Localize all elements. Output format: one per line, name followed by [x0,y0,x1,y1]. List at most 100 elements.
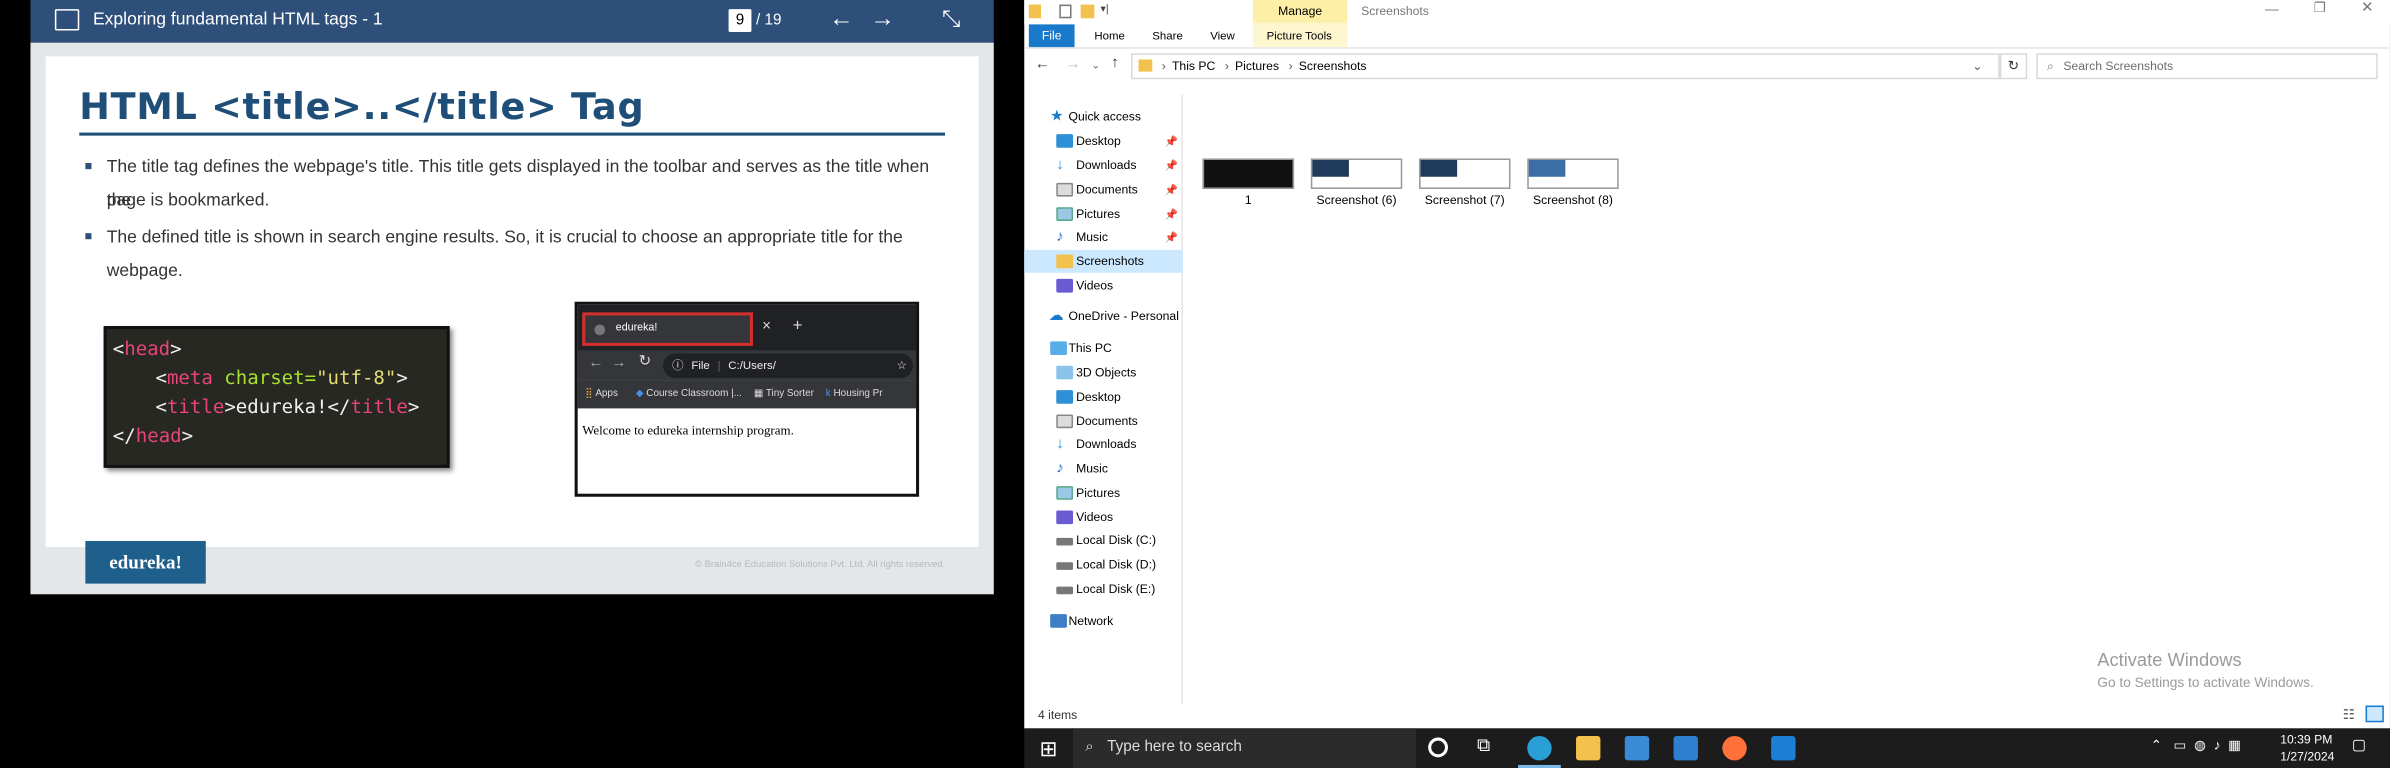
nav-local-disk-c[interactable]: Local Disk (C:) [1024,529,1183,552]
bullet-2-cont: webpage. [106,262,183,281]
nav-documents[interactable]: Documents 📌 [1024,178,1183,201]
file-label-8[interactable]: Screenshot (8) [1520,194,1627,208]
recent-chevron-icon[interactable]: ⌄ [1091,59,1100,72]
new-folder-icon[interactable] [1080,4,1095,19]
nav-pc-videos[interactable]: Videos [1024,506,1183,529]
presentation-toolbar: Exploring fundamental HTML tags - 1 9 / … [30,0,994,43]
navigation-pane: ★ Quick access Desktop 📌 ↓ Downloads 📌 Docum… [1024,94,1183,704]
ribbon-file-tab[interactable]: File [1028,24,1075,48]
cortana-icon[interactable] [1428,737,1448,758]
tray-icons[interactable]: ▭◍♪▦ [2174,738,2249,755]
file-explorer-icon[interactable] [1576,735,1601,761]
pin-icon: 📌 [1164,210,1178,221]
cube-icon [1056,365,1074,380]
nav-pc-pictures[interactable]: Pictures [1024,482,1183,505]
minimize-icon[interactable]: — [2265,2,2279,17]
forward-icon: → [611,355,627,372]
star-icon: ☆ [896,358,907,372]
up-icon[interactable]: ↑ [1111,55,1119,72]
tray-chevron-icon[interactable]: ⌃ [2151,738,2163,755]
restore-icon[interactable]: ❐ [2314,0,2326,17]
exit-fullscreen-icon[interactable]: ⤡ [942,6,960,32]
vscode-icon[interactable] [1771,735,1796,761]
drive-icon [1056,562,1074,570]
file-label-7[interactable]: Screenshot (7) [1411,194,1518,208]
manage-tab[interactable]: Manage [1252,0,1348,23]
nav-3d-objects[interactable]: 3D Objects [1024,361,1183,384]
nav-desktop[interactable]: Desktop 📌 [1024,130,1183,153]
drive-icon [1056,537,1074,546]
file-label-6[interactable]: Screenshot (6) [1303,194,1410,208]
file-thumbnail-7[interactable] [1419,158,1511,189]
pin-icon: 📌 [1164,161,1178,173]
mail-icon[interactable] [1673,735,1698,761]
breadcrumb-screenshots[interactable]: Screenshots [1299,59,1367,73]
drive-icon [1056,586,1074,595]
apps-icon: ⣿ [585,388,593,400]
star-icon: ★ [1050,108,1064,125]
page-number-box[interactable]: 9 [728,9,752,32]
music-icon: ♪ [1056,228,1064,246]
edge-icon[interactable] [1527,735,1552,761]
reload-icon: ↻ [638,353,652,371]
nav-videos[interactable]: Videos [1024,274,1183,297]
file-explorer-window: ▾| Manage Screenshots — ❐ ✕ File Home Sh… [1024,0,2390,729]
nav-quick-access[interactable]: ★ Quick access [1024,105,1183,128]
file-thumbnail-1[interactable] [1202,158,1295,189]
firefox-icon[interactable] [1722,735,1747,761]
properties-icon[interactable] [1059,4,1072,19]
presentation-icon[interactable] [54,9,80,31]
nav-network[interactable]: Network [1024,610,1183,633]
ribbon-share-tab[interactable]: Share [1152,26,1183,47]
nav-local-disk-d[interactable]: Local Disk (D:) [1024,553,1183,576]
presentation-title: Exploring fundamental HTML tags - 1 [92,10,383,29]
pin-icon: 📌 [1164,185,1178,197]
breadcrumb-this-pc[interactable]: This PC [1172,59,1215,73]
cloud-icon: ☁ [1048,307,1064,325]
arrow-right-icon[interactable]: → [870,6,894,33]
back-icon: ← [588,355,604,372]
nav-pictures[interactable]: Pictures 📌 [1024,203,1183,226]
close-icon[interactable]: ✕ [2361,0,2374,17]
window-title: Screenshots [1361,4,1429,19]
search-box[interactable]: ⌕ Search Screenshots [2036,53,2378,80]
pictures-icon [1056,486,1074,500]
activate-windows-title: Activate Windows [2097,649,2242,671]
back-icon[interactable]: ← [1035,56,1050,73]
nav-pc-desktop[interactable]: Desktop [1024,386,1183,409]
nav-downloads[interactable]: ↓ Downloads 📌 [1024,154,1183,177]
ribbon-view-tab[interactable]: View [1210,26,1235,47]
address-bar[interactable]: › This PC › Pictures › Screenshots ⌄ [1130,53,2000,80]
nav-music[interactable]: ♪ Music 📌 [1024,226,1183,249]
bullet-1-cont: page is bookmarked. [106,191,270,211]
file-thumbnail-8[interactable] [1527,158,1619,189]
details-view-icon[interactable]: ☷ [2343,707,2355,724]
file-label-1[interactable]: 1 [1195,194,1302,208]
store-icon[interactable] [1624,735,1650,761]
nav-screenshots[interactable]: Screenshots [1024,249,1183,273]
clock-time[interactable]: 10:39 PM [2280,733,2332,747]
notifications-icon[interactable]: ▢ [2352,738,2366,755]
file-thumbnail-6[interactable] [1310,158,1403,189]
forward-icon[interactable]: → [1065,56,1080,73]
task-view-icon[interactable]: ⧉ [1477,734,1490,757]
nav-this-pc[interactable]: This PC [1024,337,1183,360]
ribbon-picture-tools-tab[interactable]: Picture Tools [1267,26,1332,47]
address-dropdown-icon[interactable]: ⌄ [1972,55,1982,78]
nav-pc-downloads[interactable]: ↓ Downloads [1024,433,1183,456]
refresh-button[interactable]: ↻ [1999,53,2028,80]
nav-onedrive[interactable]: ☁ OneDrive - Personal [1024,305,1183,328]
nav-local-disk-e[interactable]: Local Disk (E:) [1024,578,1183,601]
customize-qat-icon[interactable]: ▾| [1100,3,1108,16]
windows-start-icon[interactable]: ⊞ [1040,736,1058,762]
title-bar [1024,0,2390,25]
breadcrumb-pictures[interactable]: Pictures [1235,59,1279,73]
clock-date[interactable]: 1/27/2024 [2280,750,2334,764]
taskbar-search-box[interactable]: ⌕ Type here to search [1073,728,1416,768]
nav-pc-music[interactable]: ♪ Music [1024,457,1183,480]
nav-pc-documents[interactable]: Documents [1024,410,1183,433]
ribbon-home-tab[interactable]: Home [1094,26,1125,47]
arrow-left-icon[interactable]: ← [829,6,853,33]
downloads-icon: ↓ [1056,156,1064,174]
large-icons-view-icon[interactable] [2365,705,2384,723]
